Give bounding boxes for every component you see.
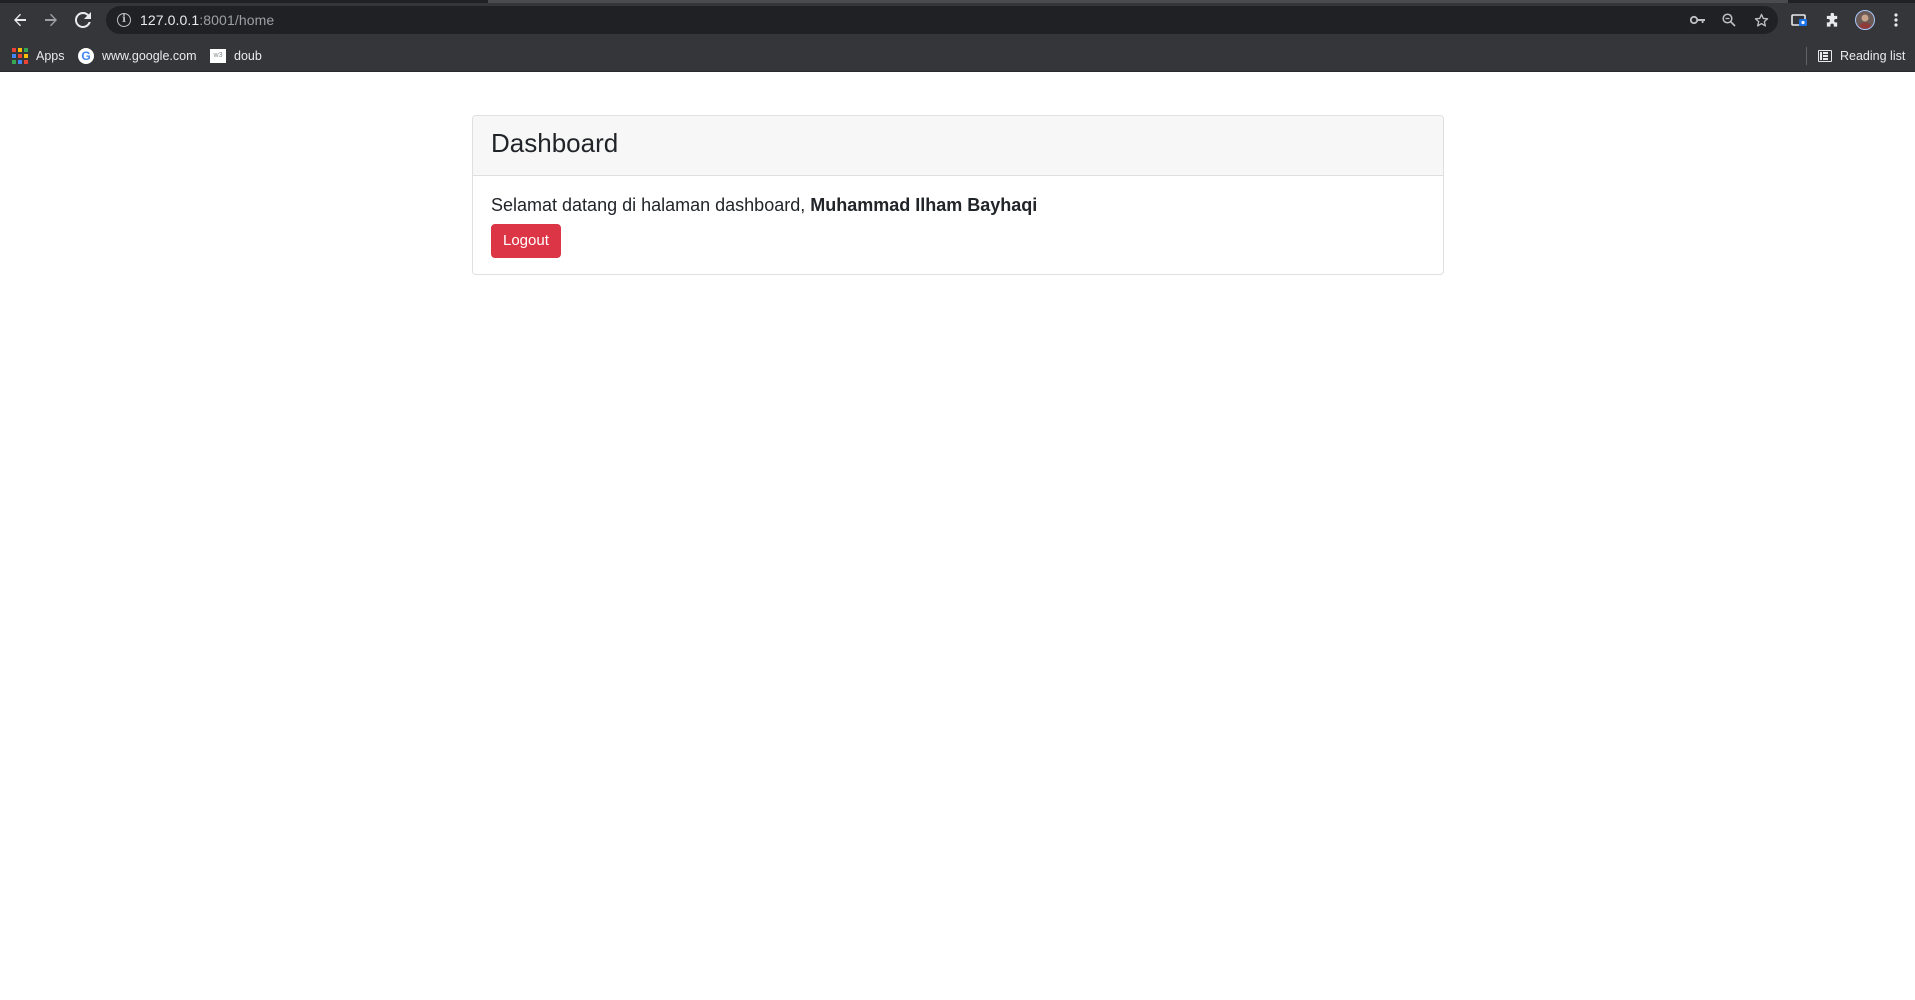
user-name: Muhammad Ilham Bayhaqi (810, 195, 1038, 215)
reading-list-button[interactable]: Reading list (1818, 46, 1905, 66)
address-bar[interactable]: i 127.0.0.1:8001/home (106, 6, 1778, 34)
reading-list-icon (1818, 50, 1832, 62)
doub-favicon-icon: w3 (210, 49, 226, 63)
active-tab-indicator (488, 0, 1788, 3)
back-arrow-icon[interactable] (9, 9, 31, 31)
menu-kebab-icon[interactable] (1885, 9, 1907, 31)
reload-icon[interactable] (72, 9, 94, 31)
bookmark-apps[interactable]: Apps (12, 46, 65, 66)
bookmark-label: Apps (36, 49, 65, 63)
welcome-message: Selamat datang di halaman dashboard, Muh… (491, 194, 1425, 216)
url-host: 127.0.0.1 (140, 12, 200, 28)
card-body: Selamat datang di halaman dashboard, Muh… (473, 176, 1443, 258)
browser-toolbar: i 127.0.0.1:8001/home (0, 0, 1915, 39)
page-content: Dashboard Selamat datang di halaman dash… (0, 72, 1915, 1000)
bookmark-label: doub (234, 49, 262, 63)
profile-avatar-icon[interactable] (1854, 9, 1876, 31)
logout-button[interactable]: Logout (491, 224, 561, 258)
forward-arrow-icon[interactable] (40, 9, 62, 31)
password-key-icon[interactable] (1690, 12, 1706, 28)
bookmark-label: www.google.com (102, 49, 197, 63)
site-info-icon[interactable]: i (117, 13, 131, 27)
bookmark-google[interactable]: G www.google.com (78, 46, 197, 66)
bookmark-star-icon[interactable] (1754, 12, 1769, 28)
cast-extension-icon[interactable] (1788, 9, 1810, 31)
tab-strip (0, 0, 1915, 3)
google-icon: G (78, 48, 94, 64)
bookmark-doub[interactable]: w3 doub (210, 46, 262, 66)
extensions-puzzle-icon[interactable] (1821, 9, 1843, 31)
welcome-text: Selamat datang di halaman dashboard, (491, 195, 811, 215)
zoom-icon[interactable] (1722, 12, 1736, 28)
reading-list-label: Reading list (1840, 49, 1906, 63)
bookmarks-bar: Apps G www.google.com w3 doub Reading li… (0, 39, 1915, 72)
apps-grid-icon (12, 48, 28, 64)
bookmarks-divider (1806, 47, 1807, 65)
url-path: :8001/home (199, 12, 275, 28)
card-header: Dashboard (473, 116, 1443, 176)
dashboard-card: Dashboard Selamat datang di halaman dash… (472, 115, 1444, 275)
page-title: Dashboard (491, 128, 619, 158)
url-text[interactable]: 127.0.0.1:8001/home (140, 12, 274, 28)
